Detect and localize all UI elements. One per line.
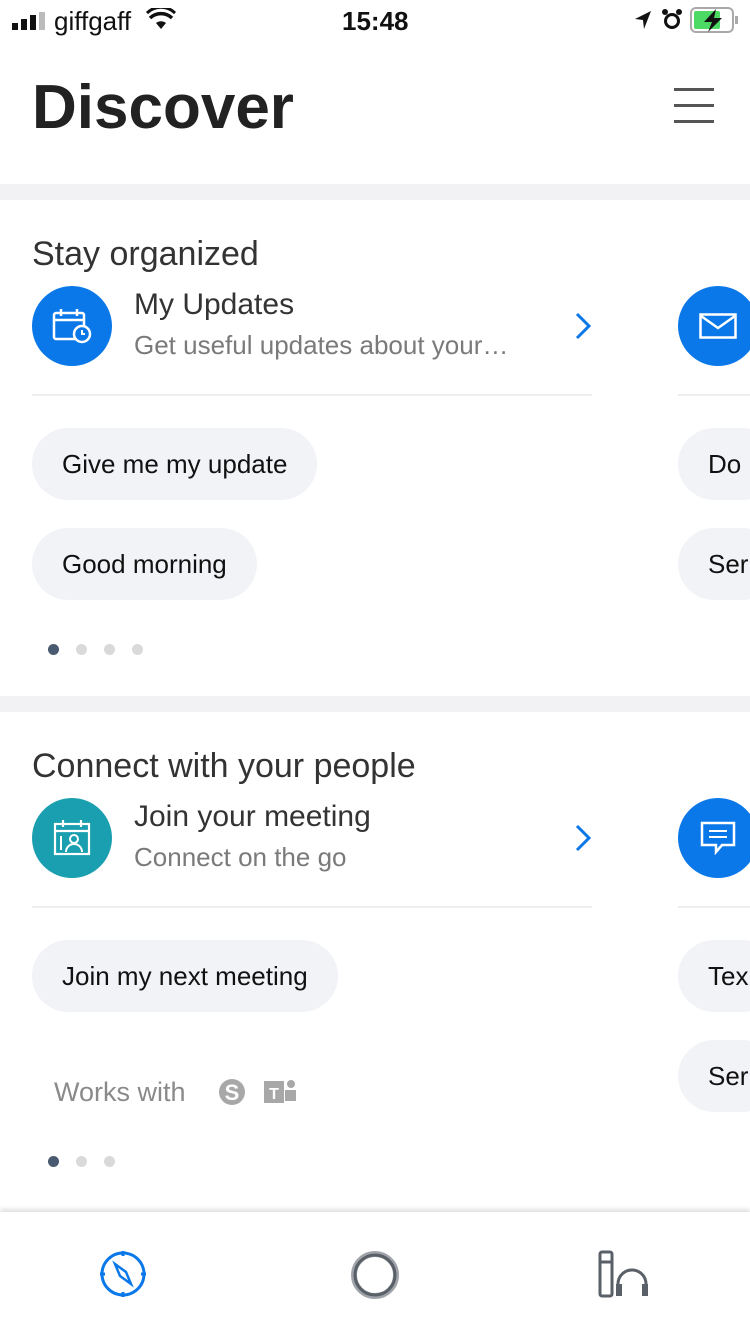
page-dot[interactable] xyxy=(48,644,59,655)
carrier: giffgaff xyxy=(54,6,132,36)
wifi-icon xyxy=(146,8,176,29)
suggestion-chip[interactable]: Join my next meeting xyxy=(32,940,338,1012)
suggestion-chip[interactable]: Ser xyxy=(678,528,750,600)
divider xyxy=(0,696,750,712)
divider xyxy=(678,394,750,396)
works-with-label: Works with xyxy=(54,1077,186,1107)
suggestion-chip[interactable]: Do xyxy=(678,428,750,500)
item-title: My Updates xyxy=(134,288,295,321)
clock: 15:48 xyxy=(342,6,409,36)
my-updates-item[interactable]: My Updates Get useful updates about your… xyxy=(0,286,600,366)
notebook-headphones-icon[interactable] xyxy=(598,1250,652,1300)
chevron-right-icon xyxy=(575,312,592,340)
skype-icon: S xyxy=(219,1079,245,1105)
svg-text:S: S xyxy=(225,1080,240,1105)
section-title: Connect with your people xyxy=(32,747,416,785)
item-title: Join your meeting xyxy=(134,800,371,833)
chat-icon[interactable] xyxy=(678,798,750,878)
page-dot[interactable] xyxy=(48,1156,59,1167)
page-dot[interactable] xyxy=(104,644,115,655)
suggestion-chip[interactable]: Tex xyxy=(678,940,750,1012)
cortana-circle-icon[interactable] xyxy=(350,1250,400,1300)
svg-text:T: T xyxy=(269,1086,279,1103)
join-meeting-item[interactable]: Join your meeting Connect on the go xyxy=(0,798,600,878)
divider xyxy=(32,906,592,908)
status-bar: giffgaff 15:48 xyxy=(0,0,750,40)
divider xyxy=(678,906,750,908)
item-subtitle: Get useful updates about your… xyxy=(134,330,509,360)
battery-charging-icon xyxy=(690,7,738,33)
location-icon xyxy=(635,11,651,29)
suggestion-chip[interactable]: Ser xyxy=(678,1040,750,1112)
tab-bar xyxy=(0,1212,750,1334)
meeting-icon xyxy=(32,798,112,878)
mail-icon[interactable] xyxy=(678,286,750,366)
suggestion-chip[interactable]: Good morning xyxy=(32,528,257,600)
alarm-icon xyxy=(662,9,682,29)
teams-icon: T xyxy=(264,1080,296,1103)
signal-icon xyxy=(12,12,45,30)
page-dot[interactable] xyxy=(104,1156,115,1167)
section-title: Stay organized xyxy=(32,235,259,273)
suggestion-chip[interactable]: Give me my update xyxy=(32,428,318,500)
hamburger-icon[interactable] xyxy=(674,88,714,124)
calendar-clock-icon xyxy=(32,286,112,366)
page-dot[interactable] xyxy=(76,644,87,655)
page-title: Discover xyxy=(32,73,294,142)
chevron-right-icon xyxy=(575,824,592,852)
page-dot[interactable] xyxy=(76,1156,87,1167)
compass-icon[interactable] xyxy=(99,1250,147,1298)
divider xyxy=(0,184,750,200)
page-dot[interactable] xyxy=(132,644,143,655)
item-subtitle: Connect on the go xyxy=(134,842,347,872)
divider xyxy=(32,394,592,396)
